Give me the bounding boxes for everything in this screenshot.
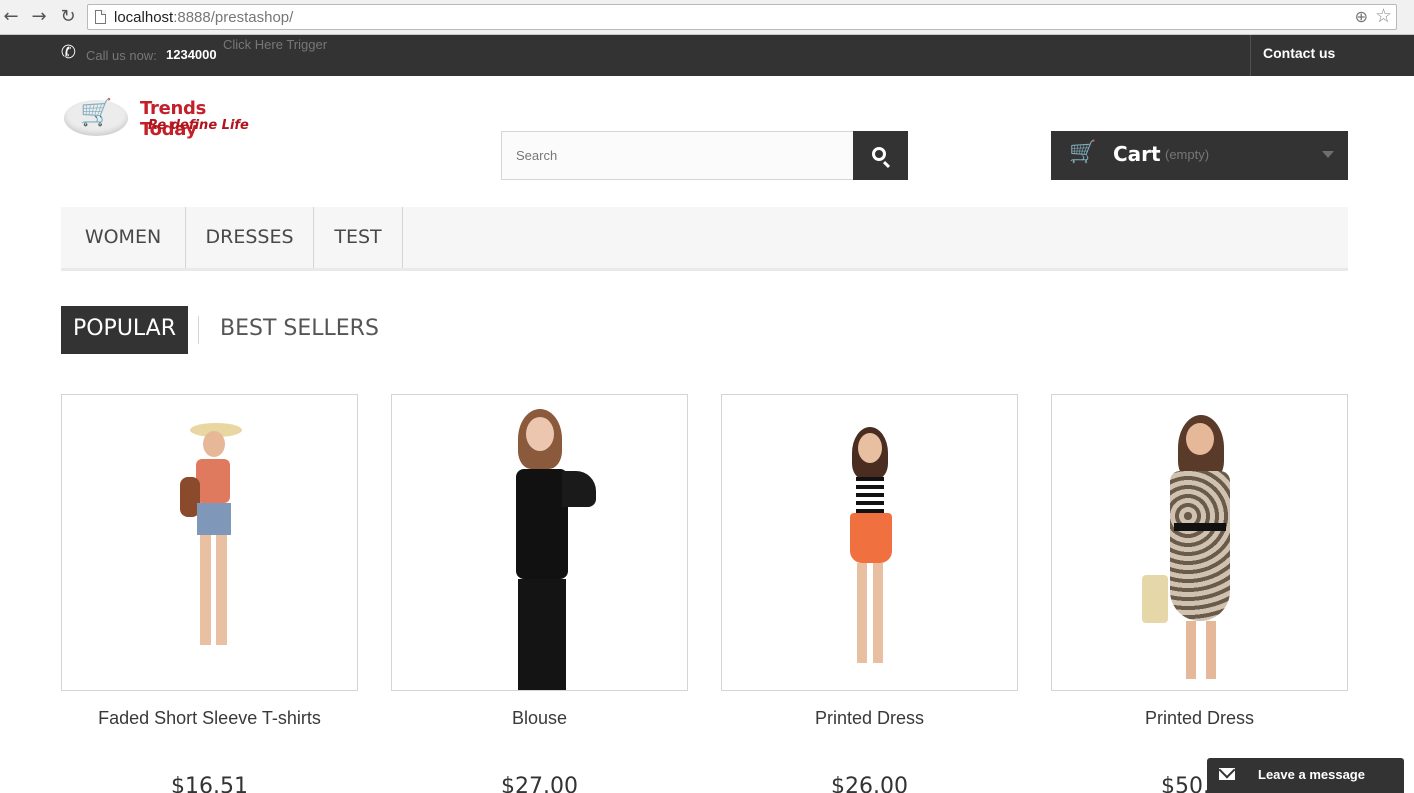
product-name[interactable]: Faded Short Sleeve T-shirts xyxy=(61,708,358,729)
menu-item-dresses[interactable]: DRESSES xyxy=(186,207,314,268)
tab-popular[interactable]: POPULAR xyxy=(61,306,188,354)
logo-cart-icon: 🛒 xyxy=(80,98,113,128)
zoom-icon[interactable]: ⊕ xyxy=(1355,7,1368,26)
cart-icon: 🛒 xyxy=(1069,140,1097,165)
product-image[interactable] xyxy=(721,394,1018,691)
model-figure xyxy=(480,409,600,690)
address-bar[interactable]: localhost:8888/prestashop/ ⊕ ☆ xyxy=(87,4,1397,30)
search-button[interactable] xyxy=(853,131,908,180)
site-logo[interactable]: 🛒 Trends Today Re define Life xyxy=(61,92,261,142)
browser-toolbar: ← → ↻ localhost:8888/prestashop/ ⊕ ☆ xyxy=(0,0,1414,35)
menu-item-test[interactable]: TEST xyxy=(314,207,403,268)
phone-icon: ✆ xyxy=(59,40,78,65)
product-image[interactable] xyxy=(61,394,358,691)
reload-icon[interactable]: ↻ xyxy=(57,6,79,28)
url-path: :8888/prestashop/ xyxy=(173,9,294,26)
product-card[interactable]: Printed Dress $50.99 xyxy=(1051,394,1348,793)
product-price: $16.51 xyxy=(171,774,248,793)
product-card[interactable]: Faded Short Sleeve T-shirts $16.51 xyxy=(61,394,358,793)
product-card[interactable]: Blouse $27.00 xyxy=(391,394,688,793)
leave-message-label: Leave a message xyxy=(1258,767,1365,782)
main-menu: WOMEN DRESSES TEST xyxy=(61,207,1348,271)
product-price: $26.00 xyxy=(831,774,908,793)
call-us-number: 1234000 xyxy=(166,47,217,62)
search-icon xyxy=(872,147,886,161)
bookmark-star-icon[interactable]: ☆ xyxy=(1375,5,1392,27)
tab-divider xyxy=(198,316,199,344)
logo-tagline: Re define Life xyxy=(148,118,249,133)
cart-button[interactable]: 🛒 Cart (empty) xyxy=(1051,131,1348,180)
url-host: localhost xyxy=(114,9,174,26)
search-input[interactable] xyxy=(501,131,854,180)
tab-best-sellers[interactable]: BEST SELLERS xyxy=(220,306,379,354)
cart-status: (empty) xyxy=(1165,147,1210,162)
product-name[interactable]: Printed Dress xyxy=(1051,708,1348,729)
chevron-down-icon xyxy=(1322,151,1334,158)
url-text: localhost:8888/prestashop/ xyxy=(114,9,293,26)
model-figure xyxy=(170,423,250,668)
page-icon xyxy=(95,10,106,24)
product-image[interactable] xyxy=(391,394,688,691)
call-us-label: Call us now: xyxy=(86,48,157,63)
cart-label: Cart xyxy=(1113,142,1161,166)
leave-message-button[interactable]: Leave a message xyxy=(1207,758,1404,793)
menu-item-women[interactable]: WOMEN xyxy=(61,207,186,268)
forward-arrow-icon[interactable]: → xyxy=(28,6,50,28)
product-name[interactable]: Blouse xyxy=(391,708,688,729)
top-nav-bar: ✆ Call us now: 1234000 Click Here Trigge… xyxy=(0,35,1414,76)
mail-icon xyxy=(1219,768,1235,780)
back-arrow-icon[interactable]: ← xyxy=(0,6,22,28)
product-image[interactable] xyxy=(1051,394,1348,691)
search-form xyxy=(501,131,908,180)
model-figure xyxy=(820,427,920,672)
product-name[interactable]: Printed Dress xyxy=(721,708,1018,729)
contact-us-link[interactable]: Contact us xyxy=(1250,35,1414,76)
product-price: $27.00 xyxy=(501,774,578,793)
click-here-trigger[interactable]: Click Here Trigger xyxy=(223,37,327,52)
product-card[interactable]: Printed Dress $26.00 xyxy=(721,394,1018,793)
model-figure xyxy=(1130,415,1270,680)
